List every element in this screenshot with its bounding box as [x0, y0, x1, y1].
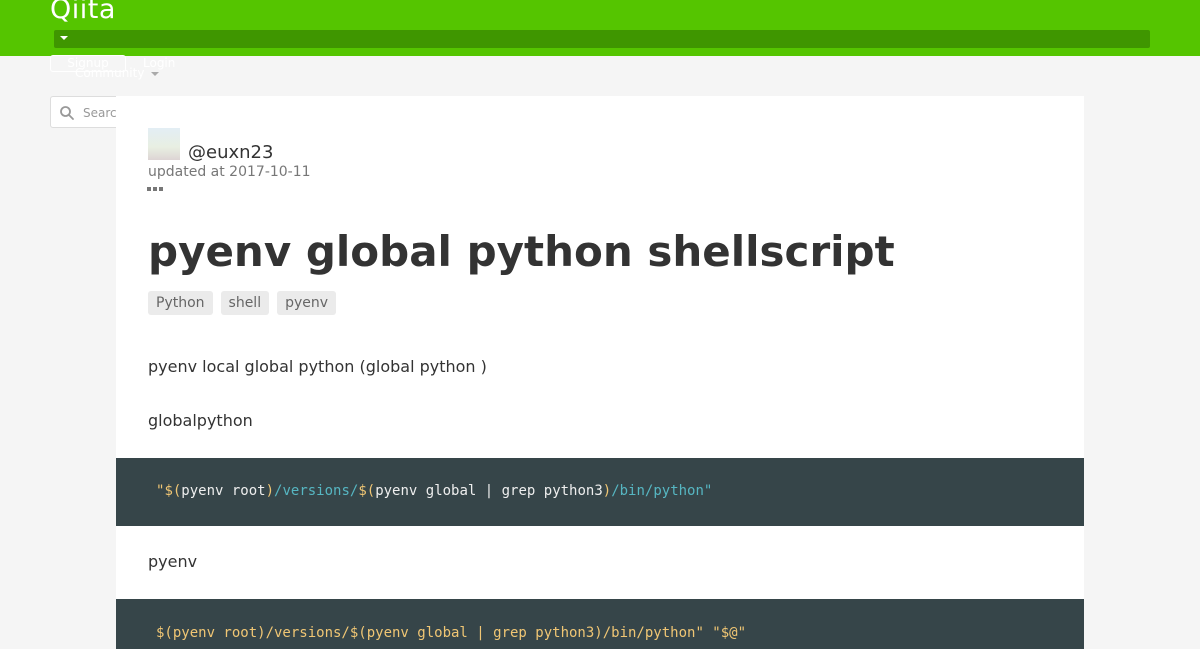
code-line: $(pyenv root)/versions/$(pyenv global | …: [156, 625, 747, 641]
author-username[interactable]: @euxn23: [188, 142, 273, 163]
search-icon: [60, 106, 74, 120]
article-title: pyenv global python shellscript: [148, 227, 895, 276]
paragraph: pyenv local global python (global python…: [148, 357, 487, 376]
avatar[interactable]: [148, 128, 180, 160]
code-token: $(: [164, 483, 182, 499]
qiita-logo[interactable]: Qiita: [50, 0, 116, 25]
tag-python[interactable]: Python: [148, 291, 213, 315]
code-block: "$(pyenv root)/versions/$(pyenv global |…: [116, 458, 1084, 526]
code-token: pyenv root: [181, 483, 266, 499]
chevron-down-icon: [151, 72, 159, 76]
updated-date: updated at 2017-10-11: [148, 164, 311, 180]
code-line: "$(pyenv root)/versions/$(pyenv global |…: [156, 483, 712, 499]
tag-list: Python shell pyenv: [148, 291, 337, 315]
code-token: ): [265, 483, 275, 499]
code-block: $(pyenv root)/versions/$(pyenv global | …: [116, 599, 1084, 649]
login-link[interactable]: Login: [143, 55, 175, 72]
code-token: /bin/python": [611, 483, 713, 499]
community-menu[interactable]: Community: [75, 65, 144, 81]
tag-pyenv[interactable]: pyenv: [277, 291, 337, 315]
paragraph: pyenv: [148, 552, 198, 571]
caret-down-icon: [60, 36, 68, 40]
paragraph: globalpython: [148, 411, 253, 430]
article: @euxn23 updated at 2017-10-11 pyenv glob…: [116, 96, 1084, 649]
site-header: Qiita: [0, 0, 1200, 56]
code-token: pyenv global | grep python3: [375, 483, 603, 499]
tag-shell[interactable]: shell: [220, 291, 270, 315]
code-token: ): [602, 483, 612, 499]
code-token: /versions/: [274, 483, 359, 499]
more-options-icon[interactable]: [147, 187, 163, 192]
global-menu-bar[interactable]: [54, 30, 1150, 48]
code-token: $(: [358, 483, 376, 499]
